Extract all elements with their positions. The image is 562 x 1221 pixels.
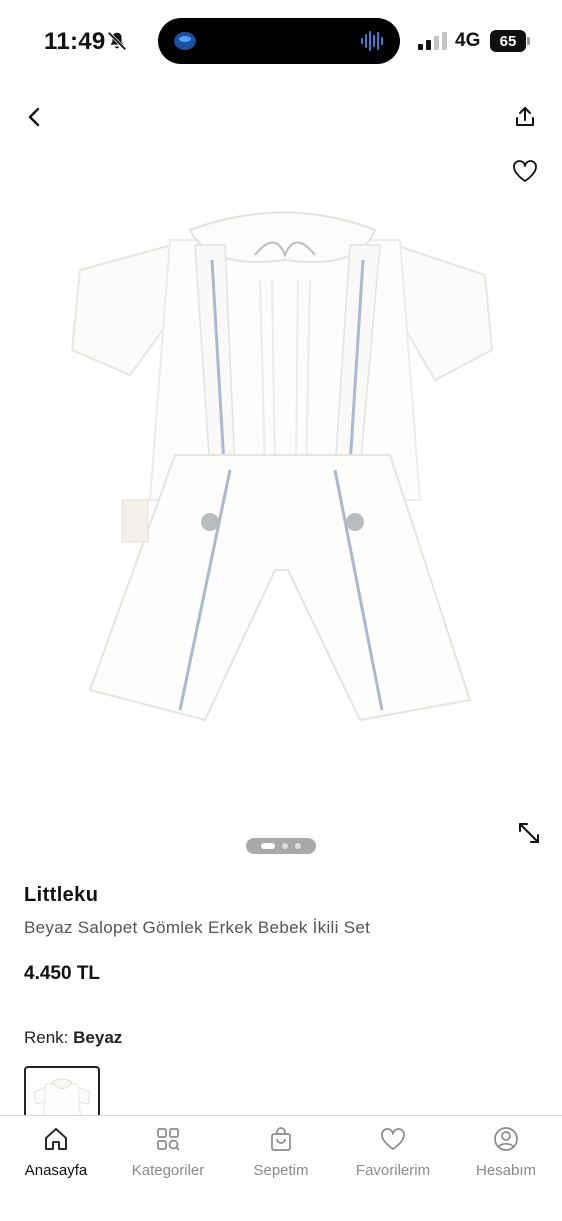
- gallery-dot[interactable]: [282, 843, 288, 849]
- tab-sepetim[interactable]: Sepetim: [225, 1116, 337, 1196]
- chevron-left-icon: [28, 107, 40, 127]
- status-bar: 11:49 4G 65: [0, 0, 562, 84]
- expand-image-button[interactable]: [512, 816, 546, 850]
- tab-hesabim[interactable]: Hesabım: [450, 1116, 562, 1196]
- share-icon: [516, 107, 534, 126]
- tab-label: Sepetim: [253, 1162, 309, 1179]
- app-activity-icon: [174, 32, 196, 50]
- home-icon: [41, 1124, 71, 1154]
- tab-label: Anasayfa: [24, 1162, 88, 1179]
- expand-icon: [519, 823, 539, 843]
- share-button[interactable]: [508, 100, 542, 134]
- color-selection-label: Renk: Beyaz: [24, 1028, 122, 1048]
- gallery-dot[interactable]: [295, 843, 301, 849]
- heart-icon: [378, 1124, 408, 1154]
- product-image[interactable]: [60, 200, 510, 760]
- color-value: Beyaz: [73, 1028, 123, 1047]
- product-price: 4.450 TL: [24, 963, 101, 984]
- battery-icon: 65: [490, 30, 530, 52]
- tab-label: Kategoriler: [131, 1162, 205, 1179]
- bag-icon: [266, 1124, 296, 1154]
- tab-favorilerim[interactable]: Favorilerim: [337, 1116, 449, 1196]
- categories-icon: [153, 1124, 183, 1154]
- dynamic-island: [158, 18, 400, 64]
- back-button[interactable]: [18, 100, 52, 134]
- account-icon: [491, 1124, 521, 1154]
- gallery-dot-active[interactable]: [261, 843, 275, 849]
- bottom-tab-bar: Anasayfa Kategoriler Sepetim Favorilerim…: [0, 1115, 562, 1221]
- product-brand[interactable]: Littleku: [24, 884, 98, 907]
- gallery-pagination[interactable]: [246, 838, 316, 854]
- audio-wave-icon: [361, 31, 383, 51]
- tab-anasayfa[interactable]: Anasayfa: [0, 1116, 112, 1196]
- color-label: Renk:: [24, 1028, 69, 1047]
- network-type: 4G: [455, 30, 481, 51]
- bell-muted-icon: [107, 31, 127, 51]
- tab-label: Favorilerim: [355, 1162, 431, 1179]
- tab-kategoriler[interactable]: Kategoriler: [112, 1116, 224, 1196]
- heart-icon: [513, 160, 537, 182]
- product-name: Beyaz Salopet Gömlek Erkek Bebek İkili S…: [24, 918, 371, 937]
- favorite-button[interactable]: [508, 154, 542, 188]
- tab-label: Hesabım: [475, 1162, 537, 1179]
- battery-level: 65: [490, 30, 526, 52]
- signal-icon: [418, 32, 447, 50]
- status-time: 11:49: [44, 28, 106, 55]
